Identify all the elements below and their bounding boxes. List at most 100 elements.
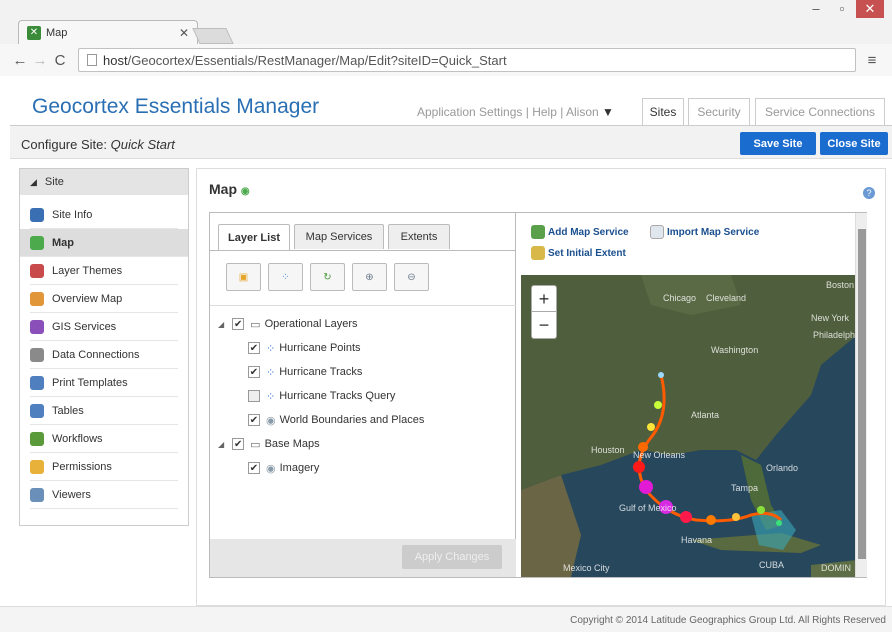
tree-row-base-maps[interactable]: ◢ ✔ ▭ Base Maps [218,434,320,454]
sidebar-item-viewers[interactable]: Viewers [30,481,178,509]
refresh-icon[interactable]: ↻ [310,263,345,291]
minimize-icon[interactable]: – [804,0,828,18]
tree-row-imagery[interactable]: ✔ ◉ Imagery [248,458,319,478]
layer-checkbox[interactable]: ✔ [248,462,260,474]
tree-row-hurricane-tracks-query[interactable]: ⁘ Hurricane Tracks Query [248,386,395,406]
sidebar-item-gis-services[interactable]: GIS Services [30,313,178,341]
collapse-all-icon[interactable]: ⊖ [394,263,429,291]
expand-icon[interactable]: ⊕ [352,263,387,291]
add-folder-icon[interactable]: ▣ [226,263,261,291]
layer-checkbox[interactable]: ✔ [248,366,260,378]
sidebar-item-label: Permissions [52,460,112,473]
settings-link[interactable]: Application Settings [417,105,522,119]
maximize-icon[interactable]: ▫ [830,0,854,18]
close-tab-icon[interactable]: ✕ [179,26,189,40]
sidebar-item-print-templates[interactable]: Print Templates [30,369,178,397]
sidebar-item-map[interactable]: Map [20,229,188,257]
map-canvas[interactable]: + − Chicago Cleveland Boston New York Philad… [521,275,857,577]
map-place-label: Boston [826,280,855,290]
layer-tree: ◢ ✔ ▭ Operational Layers ✔ ⁘ Hurricane Points ✔… [210,305,516,539]
chevron-down-icon[interactable]: ▼ [599,105,614,119]
back-icon[interactable]: ← [10,52,30,69]
tab-extents[interactable]: Extents [388,224,450,249]
save-site-button[interactable]: Save Site [740,132,816,155]
sidebar-item-label: Layer Themes [52,264,123,277]
sidebar-header[interactable]: ◢ Site [20,169,188,195]
scrollbar[interactable] [855,213,867,577]
set-initial-extent-button[interactable]: Set Initial Extent [531,246,626,260]
map-place-label: Washington [711,345,759,355]
new-tab-button[interactable] [192,28,234,44]
help-link[interactable]: Help [532,105,557,119]
url-path: /Geocortex/Essentials/RestManager/Map/Ed… [127,52,507,68]
reload-icon[interactable]: C [50,52,70,69]
layer-checkbox[interactable]: ✔ [232,438,245,450]
layer-icon: ⁘ [266,390,276,403]
tab-map-services[interactable]: Map Services [294,224,384,249]
menu-icon[interactable]: ≡ [862,52,882,69]
forward-icon[interactable]: → [30,52,50,69]
add-map-service-label: Add Map Service [548,226,629,238]
tree-row-hurricane-points[interactable]: ✔ ⁘ Hurricane Points [248,338,361,358]
layer-checkbox[interactable]: ✔ [248,342,260,354]
zoom-out-button[interactable]: − [532,312,556,338]
help-icon[interactable]: ? [863,187,875,199]
user-menu[interactable]: Alison [566,105,599,119]
browser-chrome: ✕ Map ✕ – ▫ ✕ ← → C host/Geocortex/Essen… [0,0,892,76]
sidebar-item-label: Data Connections [52,348,140,361]
expand-toggle-icon[interactable]: ◢ [218,320,224,329]
tab-layer-list[interactable]: Layer List [218,224,290,250]
tab-security[interactable]: Security [688,98,750,125]
tab-service-connections[interactable]: Service Connections [755,98,885,125]
app-header: Geocortex Essentials Manager Application… [0,77,892,125]
layer-label: Hurricane Tracks Query [279,390,396,402]
map-place-label: Orlando [766,463,799,473]
sidebar-item-workflows[interactable]: Workflows [30,425,178,453]
page-icon [87,54,97,66]
map-place-label: Philadelphia [813,330,857,340]
sidebar-item-label: Site Info [52,208,93,221]
sidebar-item-data-connections[interactable]: Data Connections [30,341,178,369]
layer-label: Hurricane Tracks [279,366,363,378]
map-place-label: Havana [681,535,713,545]
zoom-in-button[interactable]: + [532,286,556,312]
page-title: Configure Site: Quick Start [21,137,175,152]
map-place-label: New York [811,313,850,323]
tree-row-hurricane-tracks[interactable]: ✔ ⁘ Hurricane Tracks [248,362,362,382]
tree-row-world-boundaries-and-places[interactable]: ✔ ◉ World Boundaries and Places [248,410,424,430]
browser-tab[interactable]: ✕ Map ✕ [18,20,198,44]
add-map-service-button[interactable]: Add Map Service [531,225,629,239]
map-place-label: CUBA [759,560,785,570]
layer-toolbar: ▣ ⁘ ↻ ⊕ ⊖ [226,263,429,291]
import-map-service-button[interactable]: Import Map Service [650,225,759,239]
address-bar[interactable]: host/Geocortex/Essentials/RestManager/Ma… [78,48,856,72]
workflows-icon [30,431,44,446]
sidebar-item-layer-themes[interactable]: Layer Themes [30,257,178,285]
viewers-icon [30,487,44,502]
map-view-panel: Add Map Service Import Map Service Set I… [517,213,867,577]
sidebar-item-overview-map[interactable]: Overview Map [30,285,178,313]
tab-sites[interactable]: Sites [642,98,684,125]
main-content: Map ◉ ? Layer List Map Services Extents … [196,168,886,606]
expand-toggle-icon[interactable]: ◢ [218,440,224,449]
close-site-button[interactable]: Close Site [820,132,888,155]
map-place-label: Atlanta [691,410,720,420]
top-links: Application Settings | Help | Alison ▼ [417,105,614,119]
tree-row-operational-layers[interactable]: ◢ ✔ ▭ Operational Layers [218,314,358,334]
sidebar-item-label: GIS Services [52,320,117,333]
map-icon: ◉ [240,186,250,197]
window-controls: – ▫ ✕ [804,0,884,18]
globe-add-icon [531,225,545,239]
apply-changes-button[interactable]: Apply Changes [402,545,502,569]
sidebar-item-site-info[interactable]: Site Info [30,201,178,229]
layer-checkbox[interactable]: ✔ [248,414,260,426]
title-prefix: Configure Site: [21,137,107,152]
scroll-thumb[interactable] [858,229,866,559]
sidebar-item-label: Overview Map [52,292,123,305]
close-window-icon[interactable]: ✕ [856,0,884,18]
sidebar-item-permissions[interactable]: Permissions [30,453,178,481]
sidebar-item-tables[interactable]: Tables [30,397,178,425]
layer-checkbox[interactable] [248,390,260,402]
layer-checkbox[interactable]: ✔ [232,318,245,330]
add-layer-icon[interactable]: ⁘ [268,263,303,291]
